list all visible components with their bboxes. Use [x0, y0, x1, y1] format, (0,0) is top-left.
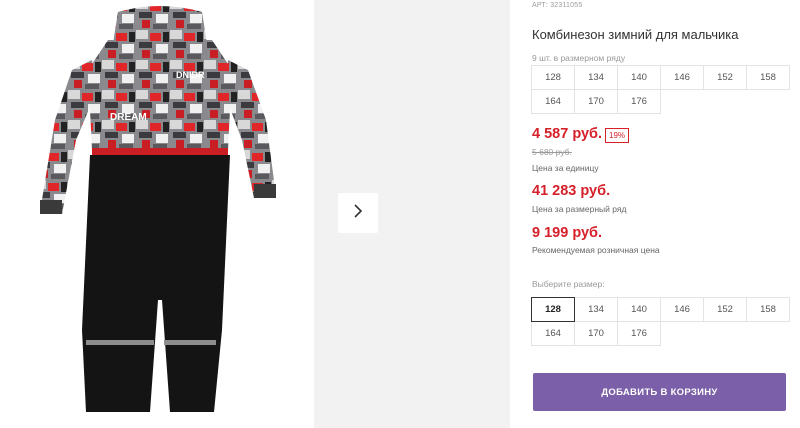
size-option-170[interactable]: 170	[574, 321, 618, 346]
chevron-right-icon	[352, 203, 364, 224]
svg-text:DNIDR: DNIDR	[176, 70, 205, 80]
pack-size-cell: 158	[746, 65, 790, 90]
product-photo[interactable]: DNIDR DREAM	[0, 0, 314, 428]
pack-size-cell: 140	[617, 65, 661, 90]
size-selector-grid: 128 134 140 146 152 158 164 170 176	[531, 297, 790, 346]
pack-size-cell: 152	[703, 65, 747, 90]
row-price-caption: Цена за размерный ряд	[532, 204, 627, 214]
unit-price-caption: Цена за единицу	[532, 163, 599, 173]
retail-price: 9 199 руб.	[532, 225, 603, 241]
pack-size-cell: 134	[574, 65, 618, 90]
size-option-164[interactable]: 164	[531, 321, 575, 346]
size-option-158[interactable]: 158	[746, 297, 790, 322]
article-number: АРТ: 32311055	[532, 2, 583, 9]
gallery-next-button[interactable]	[338, 193, 378, 233]
size-option-146[interactable]: 146	[660, 297, 704, 322]
size-option-134[interactable]: 134	[574, 297, 618, 322]
size-option-152[interactable]: 152	[703, 297, 747, 322]
row-price: 41 283 руб.	[532, 183, 611, 199]
pack-size-cell: 146	[660, 65, 704, 90]
retail-price-caption: Рекомендуемая розничная цена	[532, 245, 660, 255]
size-select-label: Выберите размер:	[532, 279, 605, 289]
size-option-128[interactable]: 128	[531, 297, 575, 322]
pack-note: 9 шт. в размерном ряду	[532, 53, 626, 63]
svg-text:DREAM: DREAM	[110, 112, 147, 123]
old-price: 5 680 руб.	[532, 147, 572, 157]
discount-badge: 19%	[605, 128, 630, 143]
pack-size-cell: 170	[574, 89, 618, 114]
product-title: Комбинезон зимний для мальчика	[532, 27, 739, 42]
pack-size-cell: 176	[617, 89, 661, 114]
pack-size-cell: 164	[531, 89, 575, 114]
pack-size-cell: 128	[531, 65, 575, 90]
size-option-176[interactable]: 176	[617, 321, 661, 346]
size-option-140[interactable]: 140	[617, 297, 661, 322]
pack-size-grid: 128 134 140 146 152 158 164 170 176	[531, 65, 790, 114]
snowsuit-image: DNIDR DREAM	[40, 6, 276, 412]
unit-price: 4 587 руб.	[532, 126, 603, 142]
add-to-cart-button[interactable]: ДОБАВИТЬ В КОРЗИНУ	[533, 373, 786, 411]
